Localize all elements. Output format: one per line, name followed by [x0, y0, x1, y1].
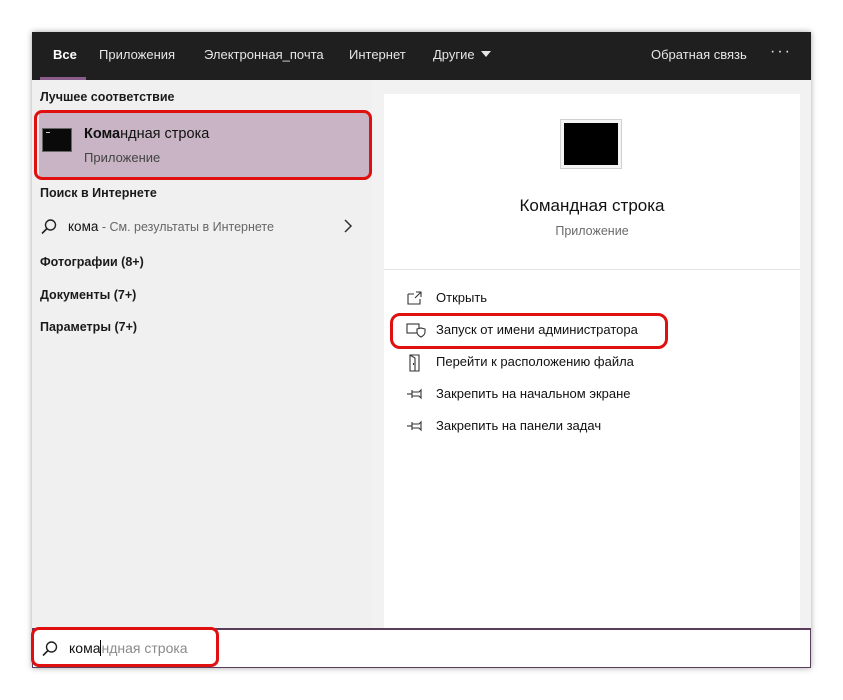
results-pane: Лучшее соответствие Командная строка При…	[32, 80, 372, 628]
tab-other-label: Другие	[433, 47, 475, 62]
action-open-file-location[interactable]: Перейти к расположению файла	[406, 351, 786, 373]
tab-email[interactable]: Электронная_почта	[204, 32, 324, 80]
best-match-title: Командная строка	[84, 126, 209, 142]
settings-category[interactable]: Параметры (7+)	[40, 320, 137, 334]
preview-title: Командная строка	[519, 196, 665, 215]
web-search-result[interactable]: кома - См. результаты в Интернете	[32, 208, 372, 246]
search-box[interactable]: командная строка	[32, 628, 811, 668]
command-prompt-large-icon	[560, 119, 622, 169]
action-pin-to-start-label: Закрепить на начальном экране	[436, 386, 631, 401]
best-match-result[interactable]: Командная строка Приложение	[39, 112, 369, 178]
command-prompt-icon	[42, 128, 72, 152]
action-open[interactable]: Открыть	[406, 287, 786, 309]
action-run-as-admin-label: Запуск от имени администратора	[436, 322, 638, 337]
more-options-icon[interactable]: ···	[770, 32, 792, 80]
photos-category[interactable]: Фотографии (8+)	[40, 255, 144, 269]
preview-pane: Командная строка Приложение Открыть Запу…	[384, 94, 800, 628]
action-pin-to-start[interactable]: Закрепить на начальном экране	[406, 383, 786, 405]
tab-internet[interactable]: Интернет	[349, 32, 406, 80]
open-icon	[407, 291, 422, 305]
divider	[384, 269, 800, 270]
action-run-as-admin[interactable]: Запуск от имени администратора	[406, 319, 786, 341]
search-typed-text: кома	[69, 640, 101, 656]
chevron-down-icon	[480, 51, 491, 57]
feedback-button[interactable]: Обратная связь	[651, 32, 747, 80]
best-match-title-match: Кома	[84, 126, 121, 142]
action-pin-to-taskbar-label: Закрепить на панели задач	[436, 418, 602, 433]
web-search-text: кома - См. результаты в Интернете	[68, 219, 274, 234]
search-filter-bar: Все Приложения Электронная_почта Интерне…	[32, 32, 811, 80]
file-location-icon	[409, 354, 420, 372]
web-search-query: кома	[68, 219, 99, 234]
search-icon	[42, 641, 58, 657]
preview-subtitle: Приложение	[555, 224, 629, 238]
chevron-right-icon[interactable]	[342, 218, 354, 234]
pin-icon	[407, 388, 422, 400]
best-match-subtitle: Приложение	[84, 150, 161, 165]
tab-other-dropdown[interactable]: Другие	[433, 32, 491, 80]
search-autocomplete-suggestion: ндная строка	[101, 640, 188, 656]
run-as-admin-icon	[406, 323, 426, 338]
best-match-heading: Лучшее соответствие	[40, 90, 175, 104]
documents-category[interactable]: Документы (7+)	[40, 288, 136, 302]
action-open-file-location-label: Перейти к расположению файла	[436, 354, 634, 369]
search-icon	[41, 219, 57, 235]
action-open-label: Открыть	[436, 290, 488, 305]
best-match-title-rest: ндная строка	[120, 126, 210, 142]
web-search-description: - См. результаты в Интернете	[98, 220, 274, 234]
search-input[interactable]: командная строка	[69, 640, 188, 656]
action-pin-to-taskbar[interactable]: Закрепить на панели задач	[406, 415, 786, 437]
tab-apps[interactable]: Приложения	[99, 32, 175, 80]
tab-all[interactable]: Все	[53, 32, 77, 80]
pin-icon	[407, 420, 422, 432]
search-window: Все Приложения Электронная_почта Интерне…	[32, 32, 811, 668]
web-search-heading: Поиск в Интернете	[40, 186, 157, 200]
